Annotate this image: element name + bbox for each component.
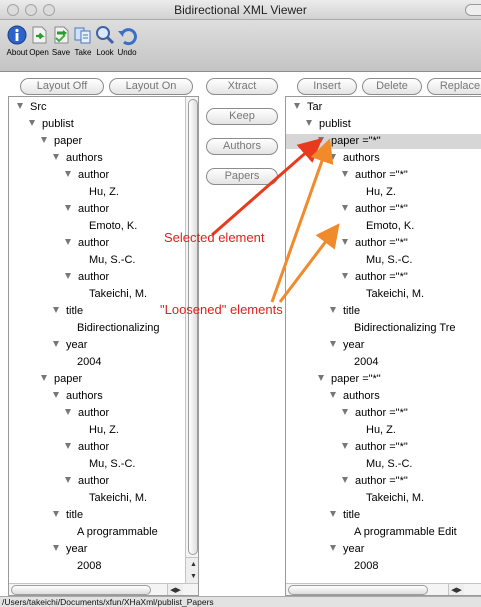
selected-element-annotation: Selected element <box>164 230 265 245</box>
loosened-arrow-1 <box>270 138 334 303</box>
loosened-arrow-2 <box>278 223 340 303</box>
file-path: /Users/takeichi/Documents/xfun/XHaXml/pu… <box>2 597 214 607</box>
status-bar: /Users/takeichi/Documents/xfun/XHaXml/pu… <box>0 596 481 607</box>
loosened-elements-annotation: "Loosened" elements <box>160 302 283 317</box>
